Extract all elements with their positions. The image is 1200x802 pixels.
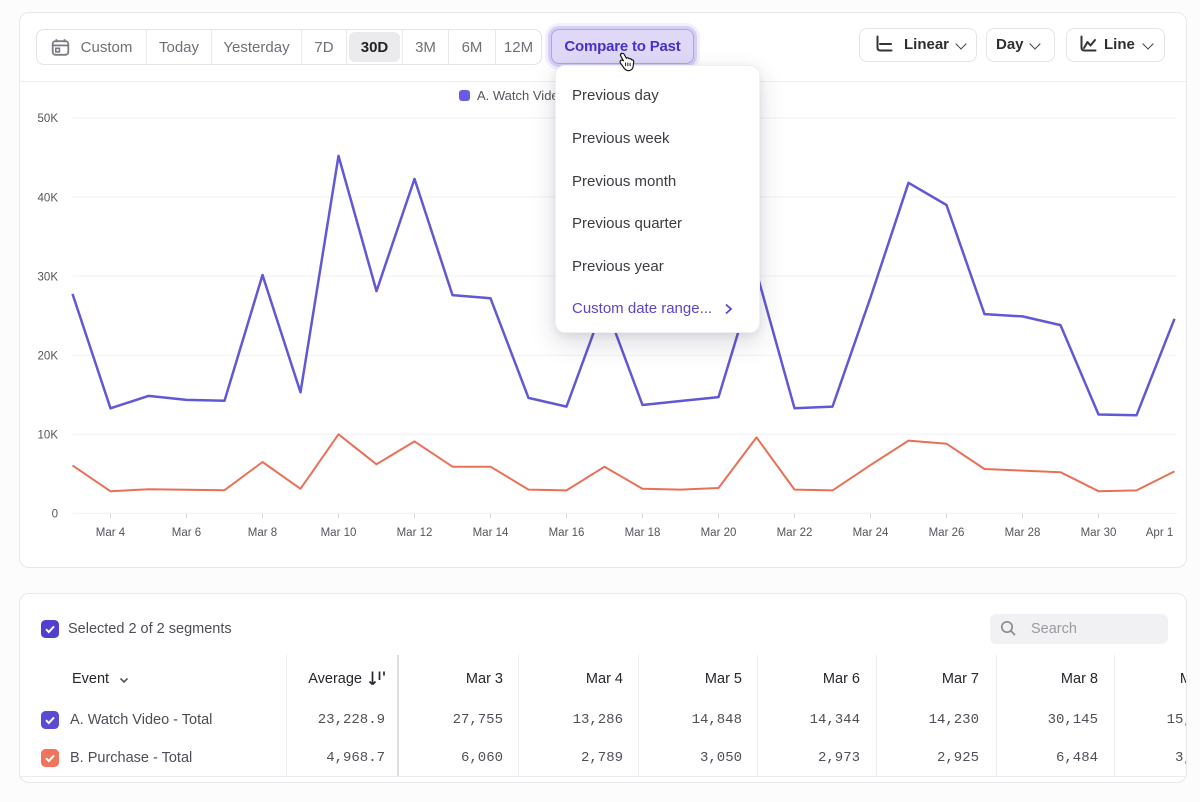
svg-text:Mar 12: Mar 12 [397, 527, 433, 539]
svg-text:Mar 30: Mar 30 [1081, 527, 1117, 539]
svg-text:Mar 8: Mar 8 [248, 527, 277, 539]
svg-text:40K: 40K [38, 192, 59, 204]
svg-text:0: 0 [52, 509, 58, 521]
svg-text:Mar 28: Mar 28 [1005, 527, 1041, 539]
svg-text:Mar 24: Mar 24 [853, 527, 889, 539]
svg-text:Apr 1: Apr 1 [1146, 527, 1174, 539]
svg-text:30K: 30K [38, 271, 59, 283]
svg-text:10K: 10K [38, 429, 59, 441]
svg-text:Mar 16: Mar 16 [549, 527, 585, 539]
svg-text:Mar 14: Mar 14 [473, 527, 509, 539]
svg-text:Mar 20: Mar 20 [701, 527, 737, 539]
svg-text:50K: 50K [38, 113, 59, 125]
svg-text:Mar 26: Mar 26 [929, 527, 965, 539]
svg-text:Mar 4: Mar 4 [96, 527, 126, 539]
svg-text:Mar 6: Mar 6 [172, 527, 201, 539]
svg-text:Mar 10: Mar 10 [321, 527, 357, 539]
svg-text:Mar 22: Mar 22 [777, 527, 813, 539]
svg-text:20K: 20K [38, 350, 59, 362]
svg-text:Mar 18: Mar 18 [625, 527, 661, 539]
